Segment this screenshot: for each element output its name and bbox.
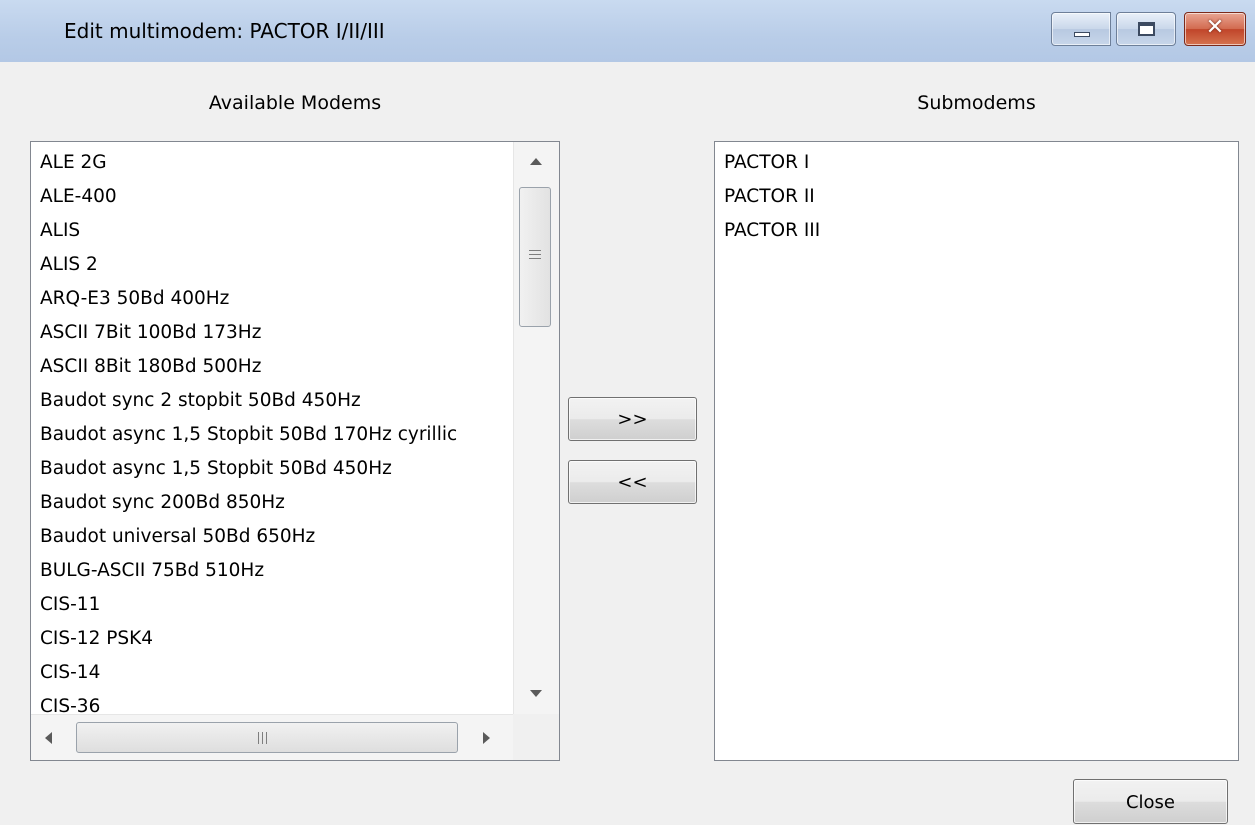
remove-submodem-button[interactable]: <<: [568, 460, 697, 504]
list-item[interactable]: Baudot async 1,5 Stopbit 50Bd 170Hz cyri…: [31, 418, 513, 452]
list-item[interactable]: CIS-36: [31, 690, 513, 714]
horizontal-scroll-thumb[interactable]: [76, 722, 458, 753]
close-icon: ✕: [1205, 15, 1225, 40]
scrollbar-corner: [513, 714, 559, 760]
list-item[interactable]: ASCII 8Bit 180Bd 500Hz: [31, 350, 513, 384]
list-item[interactable]: PACTOR I: [715, 146, 1238, 180]
list-item[interactable]: CIS-11: [31, 588, 513, 622]
minimize-button[interactable]: [1051, 12, 1111, 46]
list-item[interactable]: Baudot sync 2 stopbit 50Bd 450Hz: [31, 384, 513, 418]
available-modems-label: Available Modems: [208, 92, 382, 114]
maximize-icon: [1138, 22, 1155, 36]
list-item[interactable]: CIS-12 PSK4: [31, 622, 513, 656]
submodems-items: PACTOR I PACTOR II PACTOR III: [715, 142, 1238, 760]
grip-icon: [529, 250, 541, 262]
minimize-icon: [1074, 32, 1090, 37]
add-submodem-button[interactable]: >>: [568, 397, 697, 441]
list-item[interactable]: ASCII 7Bit 100Bd 173Hz: [31, 316, 513, 350]
submodems-label: Submodems: [917, 92, 1036, 114]
close-button[interactable]: Close: [1073, 779, 1228, 824]
scroll-up-arrow-icon[interactable]: [530, 158, 542, 165]
vertical-scrollbar[interactable]: [513, 142, 559, 714]
list-item[interactable]: PACTOR II: [715, 180, 1238, 214]
available-modems-items: ALE 2G ALE-400 ALIS ALIS 2 ARQ-E3 50Bd 400Hz…: [31, 142, 513, 714]
list-item[interactable]: ALIS 2: [31, 248, 513, 282]
vertical-scroll-thumb[interactable]: [519, 187, 551, 327]
list-item[interactable]: ARQ-E3 50Bd 400Hz: [31, 282, 513, 316]
list-item[interactable]: ALE-400: [31, 180, 513, 214]
maximize-button[interactable]: [1116, 12, 1176, 46]
list-item[interactable]: BULG-ASCII 75Bd 510Hz: [31, 554, 513, 588]
scroll-left-arrow-icon[interactable]: [45, 732, 52, 744]
list-item[interactable]: Baudot async 1,5 Stopbit 50Bd 450Hz: [31, 452, 513, 486]
list-item[interactable]: ALE 2G: [31, 146, 513, 180]
grip-icon: [258, 732, 267, 744]
list-item[interactable]: Baudot universal 50Bd 650Hz: [31, 520, 513, 554]
horizontal-scrollbar[interactable]: [31, 714, 513, 760]
available-modems-list[interactable]: ALE 2G ALE-400 ALIS ALIS 2 ARQ-E3 50Bd 400Hz…: [30, 141, 560, 761]
window-close-button[interactable]: ✕: [1184, 12, 1246, 46]
list-item[interactable]: PACTOR III: [715, 214, 1238, 248]
title-bar[interactable]: Edit multimodem: PACTOR I/II/III ✕: [0, 0, 1255, 62]
list-item[interactable]: CIS-14: [31, 656, 513, 690]
scroll-down-arrow-icon[interactable]: [530, 690, 542, 697]
list-item[interactable]: ALIS: [31, 214, 513, 248]
submodems-list[interactable]: PACTOR I PACTOR II PACTOR III: [714, 141, 1239, 761]
scroll-right-arrow-icon[interactable]: [483, 732, 490, 744]
list-item[interactable]: Baudot sync 200Bd 850Hz: [31, 486, 513, 520]
window-title: Edit multimodem: PACTOR I/II/III: [64, 19, 385, 43]
